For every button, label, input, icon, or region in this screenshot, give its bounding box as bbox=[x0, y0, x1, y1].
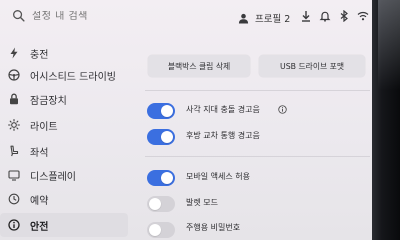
mobile-access-toggle[interactable] bbox=[147, 170, 175, 186]
bluetooth-icon[interactable] bbox=[338, 10, 350, 22]
format-usb-button[interactable]: USB 드라이브 포맷 bbox=[259, 55, 365, 77]
mobile-access-label: 모바일 액세스 허용 bbox=[186, 172, 250, 181]
sidebar-item-display[interactable]: 디스플레이 bbox=[0, 164, 128, 186]
sidebar-item-locks[interactable]: 잠금장치 bbox=[0, 88, 128, 110]
sidebar-item-label: 라이트 bbox=[30, 121, 58, 133]
settings-sidebar: 충전 어시스티드 드라이빙 잠금장치 라이트 좌석 디스플레이 예약 안전 bbox=[0, 42, 128, 240]
bezel-glare bbox=[378, 0, 400, 90]
clock-icon bbox=[8, 193, 20, 205]
safety-info-icon bbox=[8, 219, 20, 231]
sidebar-item-charging[interactable]: 충전 bbox=[0, 42, 128, 64]
delete-dashcam-clips-button[interactable]: 블랙박스 클립 삭제 bbox=[148, 55, 250, 77]
charging-bolt-icon bbox=[10, 47, 18, 59]
steering-wheel-icon bbox=[8, 69, 20, 81]
top-bar: 프로필 2 bbox=[0, 0, 372, 42]
toggle-knob bbox=[161, 131, 173, 143]
pin-to-drive-toggle[interactable] bbox=[147, 222, 175, 238]
rear-cross-traffic-chime-toggle[interactable] bbox=[147, 129, 175, 145]
sidebar-item-label: 충전 bbox=[30, 49, 49, 61]
blind-spot-chime-label: 사각 지대 충돌 경고음 bbox=[186, 105, 260, 114]
person-icon bbox=[238, 13, 249, 24]
seat-icon bbox=[10, 145, 19, 157]
sidebar-item-label: 디스플레이 bbox=[30, 171, 76, 183]
toggle-knob bbox=[161, 105, 173, 117]
wifi-icon[interactable] bbox=[357, 10, 369, 22]
settings-screen: 프로필 2 충전 bbox=[0, 0, 372, 240]
blind-spot-chime-toggle[interactable] bbox=[147, 103, 175, 119]
sidebar-item-assisted-driving[interactable]: 어시스티드 드라이빙 bbox=[0, 64, 128, 86]
lock-icon bbox=[10, 93, 18, 105]
search-icon[interactable] bbox=[12, 9, 25, 22]
toggle-knob bbox=[149, 198, 161, 210]
sidebar-item-label: 잠금장치 bbox=[30, 95, 67, 107]
sidebar-item-label: 좌석 bbox=[30, 147, 49, 159]
pin-to-drive-label: 주행용 비밀번호 bbox=[186, 223, 241, 232]
download-icon[interactable] bbox=[300, 10, 312, 22]
info-icon[interactable] bbox=[278, 105, 287, 114]
divider bbox=[145, 90, 370, 91]
valet-mode-toggle[interactable] bbox=[147, 196, 175, 212]
sidebar-item-label: 예약 bbox=[30, 195, 49, 207]
sidebar-item-safety[interactable]: 안전 bbox=[0, 213, 128, 237]
sun-icon bbox=[8, 119, 20, 131]
display-icon bbox=[8, 170, 20, 181]
sidebar-item-lights[interactable]: 라이트 bbox=[0, 114, 128, 136]
bell-icon[interactable] bbox=[319, 10, 331, 22]
profile-button[interactable]: 프로필 2 bbox=[238, 10, 290, 26]
toggle-knob bbox=[161, 172, 173, 184]
divider bbox=[145, 156, 370, 157]
valet-mode-label: 발렛 모드 bbox=[186, 198, 218, 207]
rear-cross-traffic-chime-label: 후방 교차 통행 경고음 bbox=[186, 131, 260, 140]
search-input[interactable] bbox=[32, 11, 182, 22]
sidebar-item-label: 어시스티드 드라이빙 bbox=[30, 71, 116, 83]
sidebar-item-schedule[interactable]: 예약 bbox=[0, 188, 128, 210]
profile-label: 프로필 2 bbox=[255, 14, 291, 25]
toggle-knob bbox=[149, 224, 161, 236]
sidebar-item-seats[interactable]: 좌석 bbox=[0, 140, 128, 162]
sidebar-item-label: 안전 bbox=[30, 221, 49, 233]
